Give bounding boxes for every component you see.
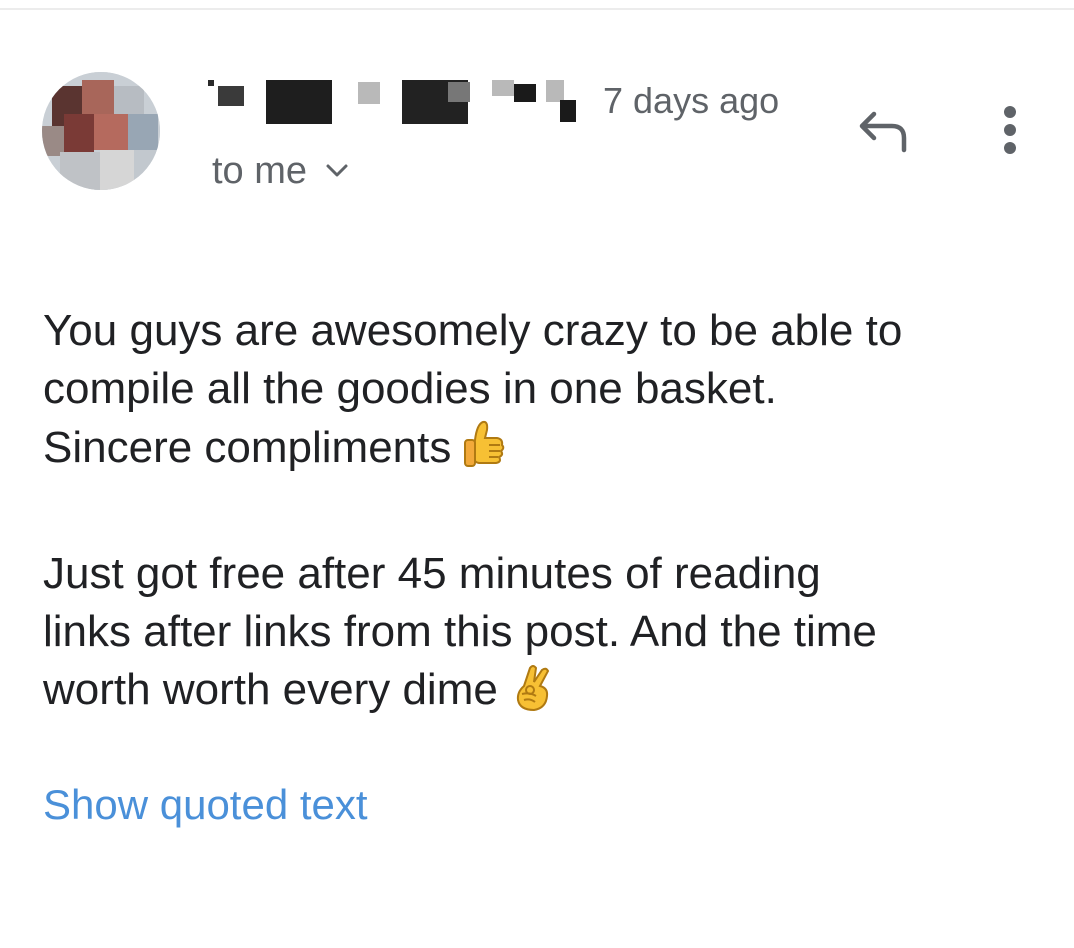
recipient-label: to me: [212, 150, 308, 192]
timestamp: 7 days ago: [603, 80, 780, 121]
body-line: You guys are awesomely crazy to be able …: [43, 306, 903, 355]
body-line: Just got free after 45 minutes of readin…: [43, 549, 821, 598]
message-paragraph: You guys are awesomely crazy to be able …: [43, 302, 1033, 487]
body-line: compile all the goodies in one basket.: [43, 364, 777, 413]
body-line: Sincere compliments: [43, 423, 452, 472]
body-line: links after links from this post. And th…: [43, 607, 877, 656]
message-paragraph: Just got free after 45 minutes of readin…: [43, 545, 1033, 729]
crossed-fingers-emoji: [510, 664, 556, 729]
recipient-details-toggle[interactable]: to me: [212, 148, 349, 194]
show-quoted-text-link[interactable]: Show quoted text: [43, 780, 368, 830]
reply-button[interactable]: [852, 104, 916, 160]
chevron-down-icon: [326, 164, 348, 177]
top-divider: [0, 8, 1074, 10]
more-vert-icon: [1004, 106, 1016, 154]
thumbs-up-emoji: [463, 418, 507, 487]
more-options-button[interactable]: [990, 104, 1030, 160]
reply-icon: [859, 111, 907, 153]
sender-avatar[interactable]: [42, 72, 160, 190]
message-body: You guys are awesomely crazy to be able …: [43, 302, 1033, 729]
body-line: worth worth every dime: [43, 665, 498, 714]
